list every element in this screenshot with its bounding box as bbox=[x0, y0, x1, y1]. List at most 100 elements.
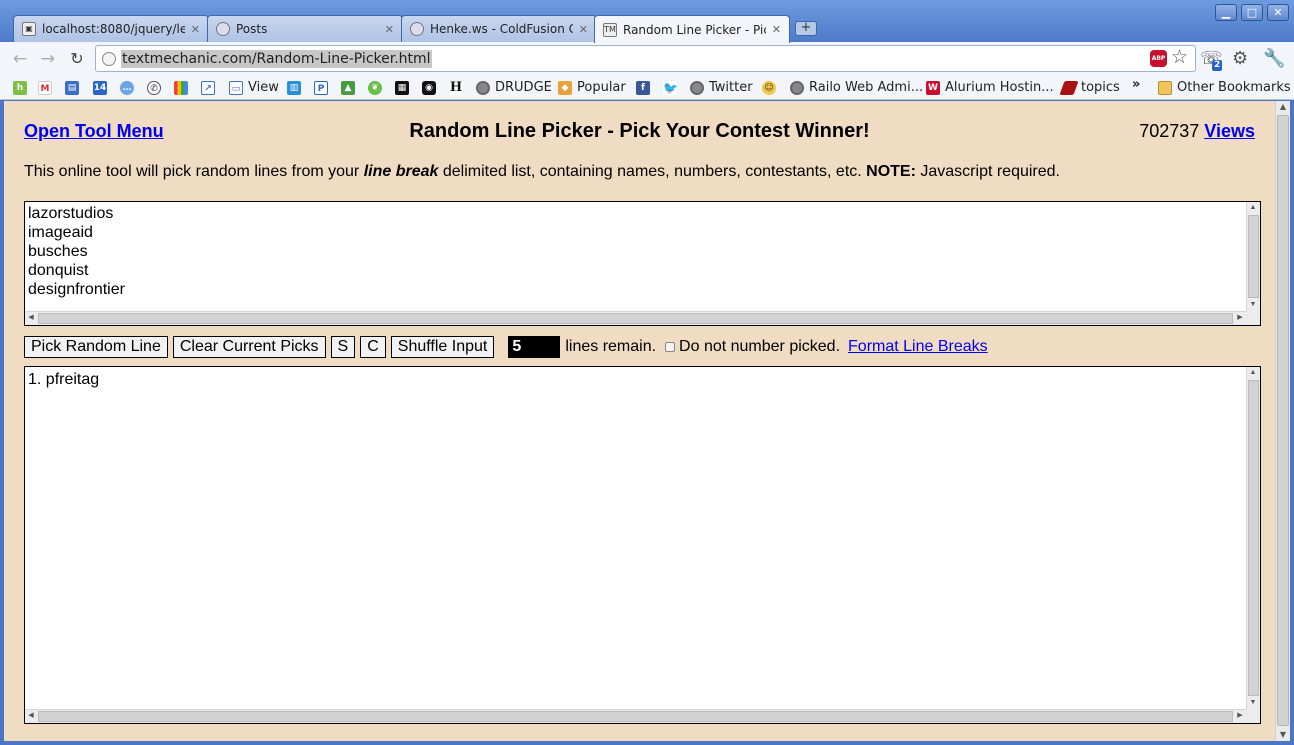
forward-button[interactable]: → bbox=[37, 48, 59, 70]
input-horizontal-scrollbar[interactable]: ◀ ▶ bbox=[25, 311, 1246, 325]
scroll-thumb[interactable] bbox=[38, 711, 1233, 722]
scroll-thumb[interactable] bbox=[1248, 215, 1259, 298]
gmail-icon: M bbox=[38, 80, 52, 95]
bookmark-houzz[interactable]: h bbox=[13, 78, 27, 97]
bookmark-leaf[interactable]: ❦ bbox=[368, 78, 382, 97]
resize-grip-icon[interactable] bbox=[1246, 709, 1260, 723]
close-icon[interactable]: ✕ bbox=[191, 23, 200, 36]
c-button[interactable]: C bbox=[360, 336, 386, 358]
bookmark-analytics[interactable]: ↗ bbox=[201, 78, 215, 97]
scroll-down-icon[interactable]: ▼ bbox=[1247, 697, 1259, 709]
bookmark-usa-today[interactable]: ▦ bbox=[395, 78, 409, 97]
maximize-button[interactable]: □ bbox=[1241, 4, 1263, 21]
clear-current-picks-button[interactable]: Clear Current Picks bbox=[172, 336, 326, 358]
bookmarks-overflow-chevron[interactable]: » bbox=[1132, 75, 1140, 94]
output-lines[interactable]: 1. pfreitag bbox=[28, 370, 99, 389]
bookmark-gmail[interactable]: M bbox=[38, 78, 52, 97]
close-window-button[interactable]: ✕ bbox=[1267, 4, 1289, 21]
bookmark-popular[interactable]: ◆ Popular bbox=[558, 78, 626, 97]
url-text[interactable]: textmechanic.com/Random-Line-Picker.html bbox=[121, 50, 432, 68]
tab-henke[interactable]: Henke.ws - ColdFusion C ✕ bbox=[401, 15, 597, 42]
bookmark-star-icon[interactable]: ☆ bbox=[1171, 46, 1188, 68]
tab-posts[interactable]: Posts ✕ bbox=[207, 15, 403, 42]
bookmark-label: Twitter bbox=[709, 80, 753, 95]
bookmark-calendar[interactable]: 14 bbox=[93, 78, 107, 97]
window-frame bbox=[1290, 101, 1294, 741]
scroll-left-icon[interactable]: ◀ bbox=[25, 710, 37, 722]
bookmark-smiley[interactable]: ☺ bbox=[762, 78, 776, 97]
back-button[interactable]: ← bbox=[9, 48, 31, 70]
smiley-icon: ☺ bbox=[762, 80, 776, 95]
input-textarea[interactable]: lazorstudios imageaid busches donquist d… bbox=[24, 201, 1261, 326]
open-tool-menu-link[interactable]: Open Tool Menu bbox=[24, 121, 164, 142]
globe-icon bbox=[790, 80, 804, 95]
bookmark-drive[interactable]: ▥ bbox=[287, 78, 301, 97]
wrench-icon[interactable]: 🔧 bbox=[1263, 48, 1285, 69]
scroll-thumb[interactable] bbox=[1248, 380, 1259, 696]
reload-button[interactable]: ↻ bbox=[66, 48, 88, 70]
scroll-up-icon[interactable]: ▲ bbox=[1247, 202, 1259, 214]
page-scrollbar[interactable]: ▲ ▼ bbox=[1275, 101, 1290, 741]
document-icon: ▭ bbox=[229, 80, 243, 95]
close-icon[interactable]: ✕ bbox=[385, 23, 394, 36]
shuffle-input-button[interactable]: Shuffle Input bbox=[390, 336, 495, 358]
camera-icon: ◉ bbox=[422, 80, 436, 95]
leaf-icon: ❦ bbox=[368, 80, 382, 95]
bookmark-drudge[interactable]: DRUDGE bbox=[476, 78, 552, 97]
minimize-button[interactable]: ▁ bbox=[1215, 4, 1237, 21]
scroll-down-icon[interactable]: ▼ bbox=[1276, 729, 1290, 741]
bookmark-facebook[interactable]: f bbox=[636, 78, 650, 97]
gear-icon[interactable]: ⚙ bbox=[1232, 48, 1248, 69]
page-scroll-thumb[interactable] bbox=[1277, 115, 1289, 726]
phone-icon: ✆ bbox=[147, 80, 161, 95]
resize-grip-icon[interactable] bbox=[1246, 311, 1260, 325]
scroll-up-icon[interactable]: ▲ bbox=[1276, 101, 1290, 113]
google-icon bbox=[174, 80, 188, 95]
bookmark-google[interactable] bbox=[174, 78, 188, 97]
bookmark-topics[interactable]: topics bbox=[1059, 78, 1120, 97]
notification-badge: 2 bbox=[1212, 60, 1223, 71]
chat-icon: … bbox=[120, 80, 134, 95]
scroll-right-icon[interactable]: ▶ bbox=[1234, 710, 1246, 722]
close-icon[interactable]: ✕ bbox=[772, 23, 781, 36]
tab-localhost[interactable]: ▣ localhost:8080/jquery/le ✕ bbox=[13, 15, 209, 42]
bookmark-photos[interactable]: ▲ bbox=[341, 78, 355, 97]
bookmark-other[interactable]: Other Bookmarks bbox=[1158, 78, 1291, 97]
bookmark-view[interactable]: ▭ View bbox=[229, 78, 279, 97]
scroll-left-icon[interactable]: ◀ bbox=[25, 312, 37, 324]
bookmark-p[interactable]: P bbox=[314, 78, 328, 97]
address-bar[interactable]: textmechanic.com/Random-Line-Picker.html bbox=[95, 45, 1196, 72]
bookmark-reader[interactable]: ▤ bbox=[65, 78, 79, 97]
bookmark-twitter-bird[interactable]: 🐦 bbox=[663, 78, 678, 97]
bookmark-talk[interactable]: … bbox=[120, 78, 134, 97]
pick-random-line-button[interactable]: Pick Random Line bbox=[24, 336, 168, 358]
bookmark-heraldry[interactable]: H bbox=[449, 78, 463, 97]
output-textarea[interactable]: 1. pfreitag ▲ ▼ ◀ ▶ bbox=[24, 366, 1261, 724]
output-horizontal-scrollbar[interactable]: ◀ ▶ bbox=[25, 709, 1246, 723]
bookmark-railo[interactable]: Railo Web Admi... bbox=[790, 78, 923, 97]
s-button[interactable]: S bbox=[330, 336, 356, 358]
input-lines[interactable]: lazorstudios imageaid busches donquist d… bbox=[28, 204, 125, 299]
view-count: 702737 bbox=[1139, 121, 1200, 141]
lines-remaining-count: 5 bbox=[508, 336, 561, 358]
adblock-icon[interactable]: ABP bbox=[1150, 50, 1167, 67]
new-tab-button[interactable]: + bbox=[795, 21, 817, 36]
bookmark-camera[interactable]: ◉ bbox=[422, 78, 436, 97]
views-link[interactable]: Views bbox=[1204, 121, 1255, 141]
chart-icon: ↗ bbox=[201, 80, 215, 95]
scroll-thumb[interactable] bbox=[38, 313, 1233, 324]
scroll-right-icon[interactable]: ▶ bbox=[1234, 312, 1246, 324]
format-line-breaks-link[interactable]: Format Line Breaks bbox=[848, 338, 988, 356]
scroll-up-icon[interactable]: ▲ bbox=[1247, 367, 1259, 379]
bookmark-alurium[interactable]: W Alurium Hostin... bbox=[926, 78, 1054, 97]
tab-random-line-picker[interactable]: TM Random Line Picker - Pic ✕ bbox=[594, 15, 790, 43]
w-icon: W bbox=[926, 80, 940, 95]
bookmark-whatsapp[interactable]: ✆ bbox=[147, 78, 161, 97]
intro-part3: Javascript required. bbox=[915, 163, 1060, 180]
input-vertical-scrollbar[interactable]: ▲ ▼ bbox=[1246, 202, 1260, 311]
output-vertical-scrollbar[interactable]: ▲ ▼ bbox=[1246, 367, 1260, 709]
close-icon[interactable]: ✕ bbox=[579, 23, 588, 36]
bookmark-twitter[interactable]: Twitter bbox=[690, 78, 753, 97]
do-not-number-checkbox[interactable] bbox=[665, 342, 676, 352]
scroll-down-icon[interactable]: ▼ bbox=[1247, 299, 1259, 311]
